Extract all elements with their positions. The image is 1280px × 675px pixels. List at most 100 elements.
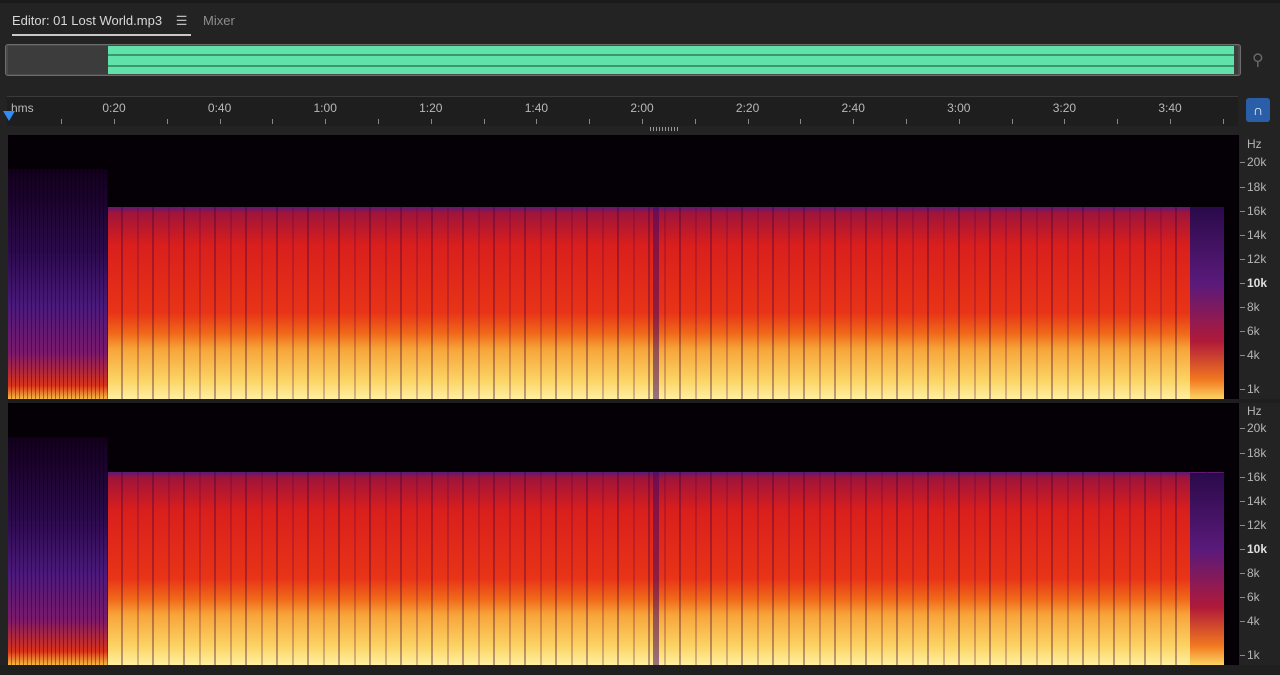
spectrogram-body [108, 207, 1224, 399]
ruler-tick [853, 119, 855, 124]
ruler-tick [219, 119, 221, 124]
spectrogram-dip [653, 207, 659, 399]
ruler-label: 3:20 [1052, 101, 1077, 115]
ruler-tick [642, 119, 643, 124]
ruler-tick [378, 119, 379, 124]
spectrogram-intro [8, 169, 108, 399]
frequency-tick [1240, 525, 1245, 526]
spectrogram-outro [1190, 207, 1224, 399]
ruler-tick [325, 119, 327, 124]
ruler-tick [483, 119, 485, 124]
panel-header: Editor: 01 Lost World.mp3 ☰ Mixer [0, 0, 1280, 40]
frequency-tick [1240, 428, 1245, 429]
frequency-label: 8k [1247, 566, 1260, 580]
overview-visible-range[interactable] [108, 46, 1236, 74]
spectrogram-channel-left[interactable] [8, 135, 1239, 399]
frequency-tick [1240, 501, 1245, 502]
bottom-scrollbar[interactable] [0, 665, 1280, 675]
ruler-label: 0:20 [102, 101, 126, 115]
ruler-tick [166, 119, 168, 124]
ruler-label: 2:40 [841, 101, 865, 115]
ruler-tick [272, 119, 274, 124]
frequency-tick [1240, 187, 1245, 188]
tab-editor[interactable]: Editor: 01 Lost World.mp3 ☰ [12, 12, 192, 36]
ruler-label: 3:00 [947, 101, 971, 115]
spectrogram-body [108, 472, 1224, 665]
resize-grip[interactable] [650, 127, 678, 131]
frequency-label: 4k [1247, 614, 1260, 628]
tab-mixer[interactable]: Mixer [203, 12, 235, 34]
frequency-label: 16k [1247, 470, 1267, 484]
ruler-tick [430, 119, 432, 124]
ruler-tick [1064, 119, 1066, 124]
ruler-tick [747, 119, 749, 124]
frequency-tick [1240, 162, 1245, 163]
ruler-label: 2:00 [630, 101, 654, 115]
spectrogram-outro [1190, 473, 1224, 665]
ruler-tick [1222, 119, 1224, 124]
frequency-label: 6k [1247, 324, 1260, 338]
ruler-label: 0:40 [207, 101, 232, 115]
frequency-label: 6k [1247, 590, 1260, 604]
frequency-label: 20k [1247, 155, 1267, 169]
frequency-label: 4k [1247, 348, 1260, 362]
ruler-label: 1:40 [524, 101, 549, 115]
frequency-label: 12k [1247, 252, 1267, 266]
frequency-tick [1240, 307, 1245, 308]
frequency-label: 10k [1247, 542, 1268, 556]
frequency-tick [1240, 211, 1245, 212]
frequency-tick [1240, 655, 1245, 656]
ruler-tick [906, 119, 907, 124]
frequency-tick [1240, 453, 1245, 454]
overview-waveform[interactable] [5, 44, 1241, 76]
spectrogram-channel-right[interactable] [8, 403, 1239, 665]
ruler-tick [800, 119, 802, 124]
frequency-tick [1240, 597, 1245, 598]
ruler-tick [536, 119, 538, 124]
menu-lines-icon[interactable]: ☰ [176, 12, 188, 30]
overview-offscreen-left [8, 46, 108, 74]
spectrogram-dip [653, 472, 659, 665]
ruler-tick [114, 119, 115, 124]
frequency-tick [1240, 549, 1245, 550]
snap-magnet-icon[interactable]: ∩ [1246, 98, 1270, 122]
ruler-tick [589, 119, 591, 124]
frequency-tick [1240, 283, 1245, 284]
spectrogram-intro [8, 437, 108, 665]
frequency-tick [1240, 235, 1245, 236]
tab-editor-label: Editor: 01 Lost World.mp3 [12, 13, 163, 28]
ruler-tick [1170, 119, 1171, 124]
ruler-tick [958, 119, 960, 124]
ruler-tick [61, 119, 63, 124]
ruler-tick [1117, 119, 1119, 124]
frequency-label: 14k [1247, 494, 1267, 508]
ruler-label: 3:40 [1158, 101, 1182, 115]
frequency-tick [1240, 331, 1245, 332]
frequency-label: 20k [1247, 421, 1267, 435]
frequency-tick [1240, 477, 1245, 478]
frequency-label: 8k [1247, 300, 1260, 314]
frequency-label: 10k [1247, 276, 1268, 290]
overview-wave-line [108, 54, 1236, 67]
frequency-label: 18k [1247, 180, 1267, 194]
ruler-tick [1011, 119, 1013, 124]
ruler-label: 1:00 [313, 101, 337, 115]
frequency-label: 1k [1247, 382, 1260, 396]
overview-offscreen-right [1234, 46, 1238, 74]
frequency-unit: Hz [1247, 404, 1262, 418]
ruler-label: 1:20 [419, 101, 443, 115]
frequency-unit: Hz [1247, 137, 1262, 151]
frequency-tick [1240, 259, 1245, 260]
frequency-label: 16k [1247, 204, 1267, 218]
playhead-marker[interactable] [3, 111, 15, 121]
time-ruler[interactable]: hms 0:20 0:40 1:00 1:20 1:40 2:00 2:20 2:40 3:00… [7, 96, 1238, 126]
frequency-label: 14k [1247, 228, 1267, 242]
tab-mixer-label: Mixer [203, 13, 235, 28]
frequency-label: 18k [1247, 446, 1267, 460]
frequency-tick [1240, 389, 1245, 390]
ruler-tick [694, 119, 696, 124]
frequency-tick [1240, 573, 1245, 574]
frequency-tick [1240, 355, 1245, 356]
ruler-label: 2:20 [735, 101, 760, 115]
zoom-magnifier-icon[interactable]: ⚲ [1252, 50, 1272, 70]
